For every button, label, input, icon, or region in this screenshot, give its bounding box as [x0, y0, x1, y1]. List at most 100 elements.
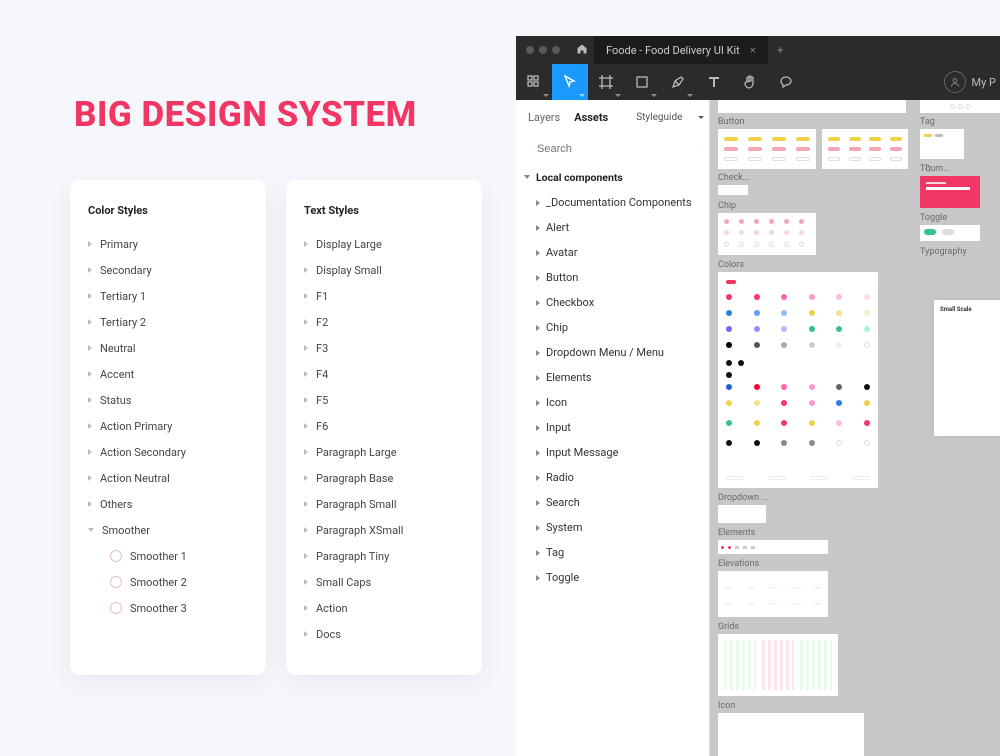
frame-thumb[interactable] — [920, 176, 980, 208]
component-row[interactable]: Input Message — [516, 440, 709, 465]
file-tab[interactable]: Foode - Food Delivery UI Kit × — [594, 36, 768, 64]
frame-label[interactable]: Typography — [920, 247, 967, 257]
new-tab-button[interactable]: + — [768, 44, 792, 57]
component-row[interactable]: Tag — [516, 540, 709, 565]
color-style-row[interactable]: Others — [88, 491, 248, 517]
close-tab-icon[interactable]: × — [750, 43, 756, 57]
frame-elevations[interactable] — [718, 571, 828, 617]
frame-dropdown[interactable] — [718, 505, 766, 523]
maximize-window-icon[interactable] — [552, 46, 560, 54]
figma-canvas[interactable]: Button — [710, 100, 1000, 756]
component-row[interactable]: Button — [516, 265, 709, 290]
frame-label[interactable]: Check... — [718, 173, 750, 183]
frame-tag[interactable] — [920, 129, 964, 159]
text-tool[interactable] — [696, 64, 732, 100]
frame-check[interactable] — [718, 185, 748, 195]
frame-label[interactable]: Toggle — [920, 213, 947, 223]
color-style-row[interactable]: Status — [88, 387, 248, 413]
frame-label[interactable]: Button — [718, 117, 744, 127]
color-style-row[interactable]: Accent — [88, 361, 248, 387]
text-style-row[interactable]: F1 — [304, 283, 464, 309]
frame-label[interactable]: Tag — [920, 117, 935, 127]
user-avatar[interactable] — [944, 71, 966, 93]
local-components-section[interactable]: Local components — [516, 164, 709, 190]
color-style-row[interactable]: Action Secondary — [88, 439, 248, 465]
color-style-row[interactable]: Action Primary — [88, 413, 248, 439]
frame-colors[interactable] — [718, 272, 878, 488]
text-style-row[interactable]: Docs — [304, 621, 464, 647]
component-row[interactable]: Dropdown Menu / Menu — [516, 340, 709, 365]
color-style-row[interactable]: Tertiary 1 — [88, 283, 248, 309]
component-row[interactable]: Input — [516, 415, 709, 440]
color-style-row[interactable]: Neutral — [88, 335, 248, 361]
hand-tool[interactable] — [732, 64, 768, 100]
color-style-row[interactable]: Action Neutral — [88, 465, 248, 491]
smoother-row[interactable]: Smoother 1 — [88, 543, 248, 569]
tab-layers[interactable]: Layers — [528, 111, 560, 124]
text-style-row[interactable]: F3 — [304, 335, 464, 361]
list-view-icon[interactable] — [687, 143, 688, 155]
frame-label[interactable]: Dropdown ... — [718, 493, 768, 503]
comment-tool[interactable] — [768, 64, 804, 100]
smoother-row[interactable]: Smoother 2 — [88, 569, 248, 595]
text-style-row[interactable]: Paragraph Small — [304, 491, 464, 517]
pen-tool[interactable] — [660, 64, 696, 100]
close-window-icon[interactable] — [526, 46, 534, 54]
frame-button-2[interactable] — [822, 129, 908, 169]
frame-label[interactable]: Icon — [718, 701, 735, 711]
frame-icon[interactable] — [718, 713, 864, 756]
minimize-window-icon[interactable] — [539, 46, 547, 54]
component-row[interactable]: Alert — [516, 215, 709, 240]
text-style-row[interactable]: Action — [304, 595, 464, 621]
frame-label[interactable]: Elements — [718, 528, 755, 538]
text-style-row[interactable]: Paragraph Tiny — [304, 543, 464, 569]
color-style-row[interactable]: Primary — [88, 231, 248, 257]
smoother-row[interactable]: Smoother 3 — [88, 595, 248, 621]
frame-label[interactable]: Elevations — [718, 559, 759, 569]
component-row[interactable]: Icon — [516, 390, 709, 415]
component-row[interactable]: _Documentation Components — [516, 190, 709, 215]
move-tool[interactable] — [552, 64, 588, 100]
component-row[interactable]: Radio — [516, 465, 709, 490]
text-style-row[interactable]: F5 — [304, 387, 464, 413]
text-style-row[interactable]: Paragraph Base — [304, 465, 464, 491]
frame-small-scale[interactable]: Small Scale — [934, 300, 1000, 436]
component-row[interactable]: Elements — [516, 365, 709, 390]
component-row[interactable]: Toggle — [516, 565, 709, 590]
frame-button[interactable] — [718, 129, 816, 169]
component-row[interactable]: System — [516, 515, 709, 540]
text-style-row[interactable]: Paragraph Large — [304, 439, 464, 465]
text-style-row[interactable]: F2 — [304, 309, 464, 335]
styleguide-select[interactable]: Styleguide — [636, 112, 682, 123]
color-style-row[interactable]: Tertiary 2 — [88, 309, 248, 335]
text-style-row[interactable]: Small Caps — [304, 569, 464, 595]
frame-label[interactable]: Grids — [718, 622, 739, 632]
text-style-row[interactable]: Display Large — [304, 231, 464, 257]
traffic-lights[interactable] — [516, 46, 570, 54]
search-input[interactable] — [537, 143, 679, 155]
text-style-row[interactable]: Display Small — [304, 257, 464, 283]
component-row[interactable]: Avatar — [516, 240, 709, 265]
shape-tool[interactable] — [624, 64, 660, 100]
color-style-row[interactable]: Secondary — [88, 257, 248, 283]
text-style-row[interactable]: F4 — [304, 361, 464, 387]
menu-button[interactable] — [516, 64, 552, 100]
smoother-group[interactable]: Smoother — [88, 517, 248, 543]
component-row[interactable]: Checkbox — [516, 290, 709, 315]
frame-elements[interactable] — [718, 540, 828, 554]
frame-tool[interactable] — [588, 64, 624, 100]
frame-chip[interactable] — [718, 213, 816, 255]
frame-grids[interactable] — [718, 634, 838, 696]
frame-toggle[interactable] — [920, 225, 980, 241]
book-icon[interactable] — [696, 143, 697, 155]
frame-label[interactable]: Chip — [718, 201, 736, 211]
frame-label[interactable]: Colors — [718, 260, 744, 270]
frame-unnamed[interactable] — [718, 100, 906, 113]
text-style-row[interactable]: Paragraph XSmall — [304, 517, 464, 543]
tab-assets[interactable]: Assets — [574, 111, 608, 124]
profile-label[interactable]: My P — [972, 76, 1000, 89]
component-row[interactable]: Chip — [516, 315, 709, 340]
home-button[interactable] — [570, 43, 594, 58]
frame-unnamed-2[interactable] — [920, 100, 1000, 113]
text-style-row[interactable]: F6 — [304, 413, 464, 439]
